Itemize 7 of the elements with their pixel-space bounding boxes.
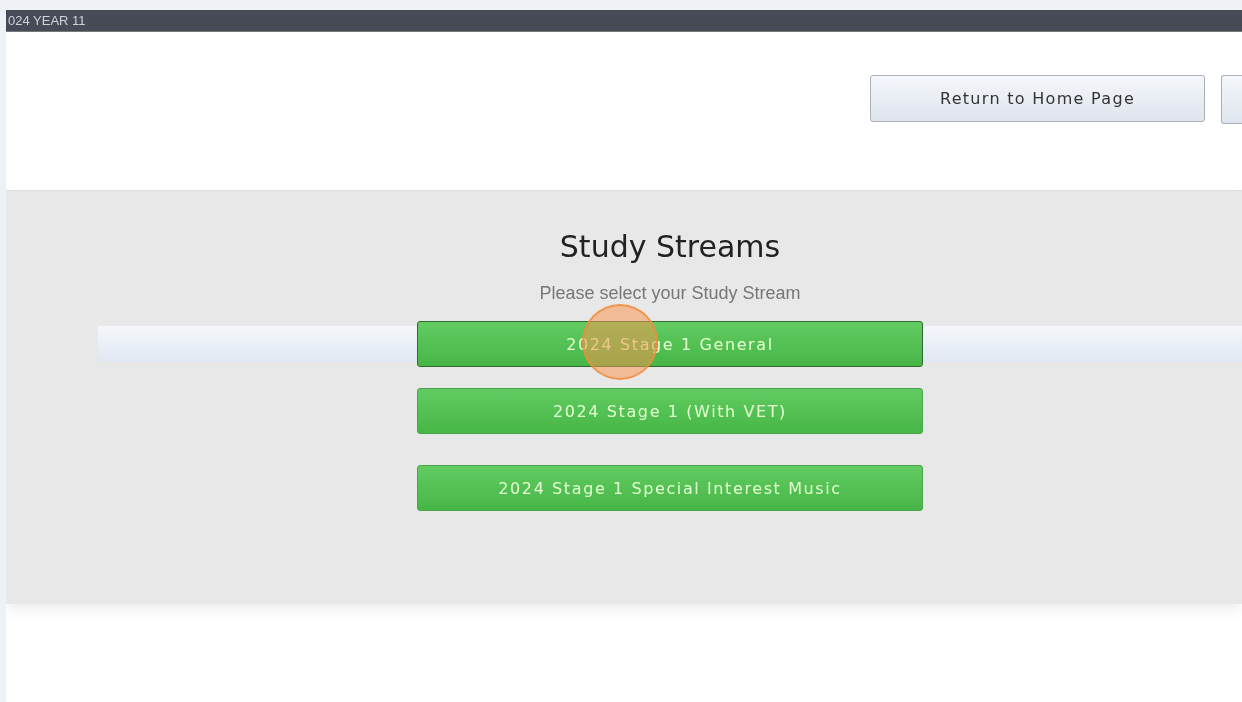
panel-title: Study Streams [559, 228, 781, 266]
cut-off-button[interactable] [1221, 75, 1242, 124]
study-stream-button[interactable]: 2024 Stage 1 (With VET) [417, 388, 923, 434]
study-stream-button[interactable]: 2024 Stage 1 Special Interest Music [417, 465, 923, 511]
panel-subtitle: Please select your Study Stream [539, 282, 801, 305]
header-title: 024 YEAR 11 [7, 13, 86, 30]
return-home-button[interactable]: Return to Home Page [870, 75, 1205, 122]
